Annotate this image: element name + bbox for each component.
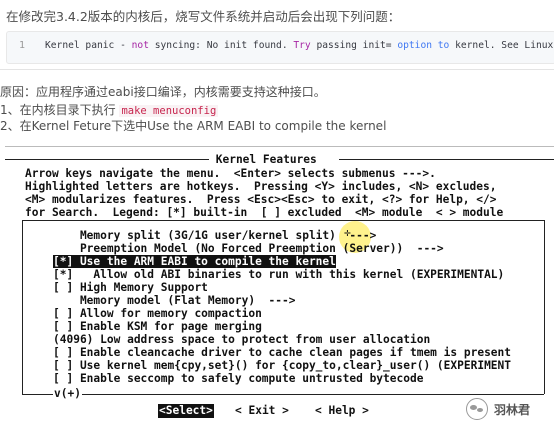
menu-item-kernel-memcpy[interactable]: [ ] Use kernel mem{cpy,set}() for {copy_…: [53, 359, 511, 372]
reason-paragraph: 原因：应用程序通过eabi接口编译，内核需要支持这种接口。: [0, 85, 326, 99]
code-line: Kernel panic - not syncing: No init foun…: [45, 40, 554, 51]
help-line: <M> modularizes features. Press <Esc><Es…: [25, 193, 497, 206]
help-line: for Search. Legend: [*] built-in [ ] exc…: [25, 206, 504, 219]
menu-item-low-address-space[interactable]: (4096) Low address space to protect from…: [53, 333, 430, 346]
wechat-icon: [466, 398, 488, 420]
help-button[interactable]: < Help >: [315, 404, 369, 418]
menu-item-memory-compaction[interactable]: [ ] Allow for memory compaction: [53, 307, 262, 320]
menu-item-ksm[interactable]: [ ] Enable KSM for page merging: [53, 320, 262, 333]
select-button[interactable]: <Select>: [158, 404, 214, 418]
menu-item-preemption-model[interactable]: Preemption Model (No Forced Preemption (…: [53, 242, 444, 255]
terminal-title-bar: Kernel Features: [5, 153, 554, 166]
intro-paragraph: 在修改完3.4.2版本的内核后，烧写文件系统并启动后会出现下列问题：: [6, 9, 401, 24]
menuconfig-terminal: Kernel Features Arrow keys navigate the …: [5, 146, 554, 428]
menu-item-high-memory[interactable]: [ ] High Memory Support: [53, 281, 208, 294]
help-line: Highlighted letters are hotkeys. Pressin…: [25, 180, 497, 193]
menu-item-arm-eabi[interactable]: [*] Use the ARM EABI to compile the kern…: [53, 255, 336, 268]
scroll-indicator: v(+): [53, 387, 82, 400]
menu-border-bottom: [22, 394, 544, 395]
menu-item-old-abi[interactable]: [*] Allow old ABI binaries to run with t…: [53, 268, 504, 281]
step-1: 1、在内核目录下执行 make menuconfig: [0, 103, 219, 117]
exit-button[interactable]: < Exit >: [235, 404, 289, 418]
menu-item-memory-model[interactable]: Memory model (Flat Memory) --->: [53, 294, 296, 307]
help-line: Arrow keys navigate the menu. <Enter> se…: [25, 167, 436, 180]
menu-item-cleancache[interactable]: [ ] Enable cleancache driver to cache cl…: [53, 346, 511, 359]
watermark-text: 羽林君: [494, 403, 531, 417]
code-block: 1 Kernel panic - not syncing: No init fo…: [6, 31, 554, 64]
divider: [0, 69, 554, 70]
inline-code: make menuconfig: [119, 105, 219, 117]
step-2: 2、在Kernel Feture下选中Use the ARM EABI to c…: [0, 119, 387, 133]
code-line-number: 1: [19, 40, 26, 51]
terminal-title: Kernel Features: [209, 153, 324, 166]
menu-item-memory-split[interactable]: Memory split (3G/1G user/kernel split) -…: [53, 229, 376, 242]
watermark: 羽林君: [466, 398, 552, 420]
menu-item-seccomp[interactable]: [ ] Enable seccomp to safely compute unt…: [53, 372, 423, 385]
